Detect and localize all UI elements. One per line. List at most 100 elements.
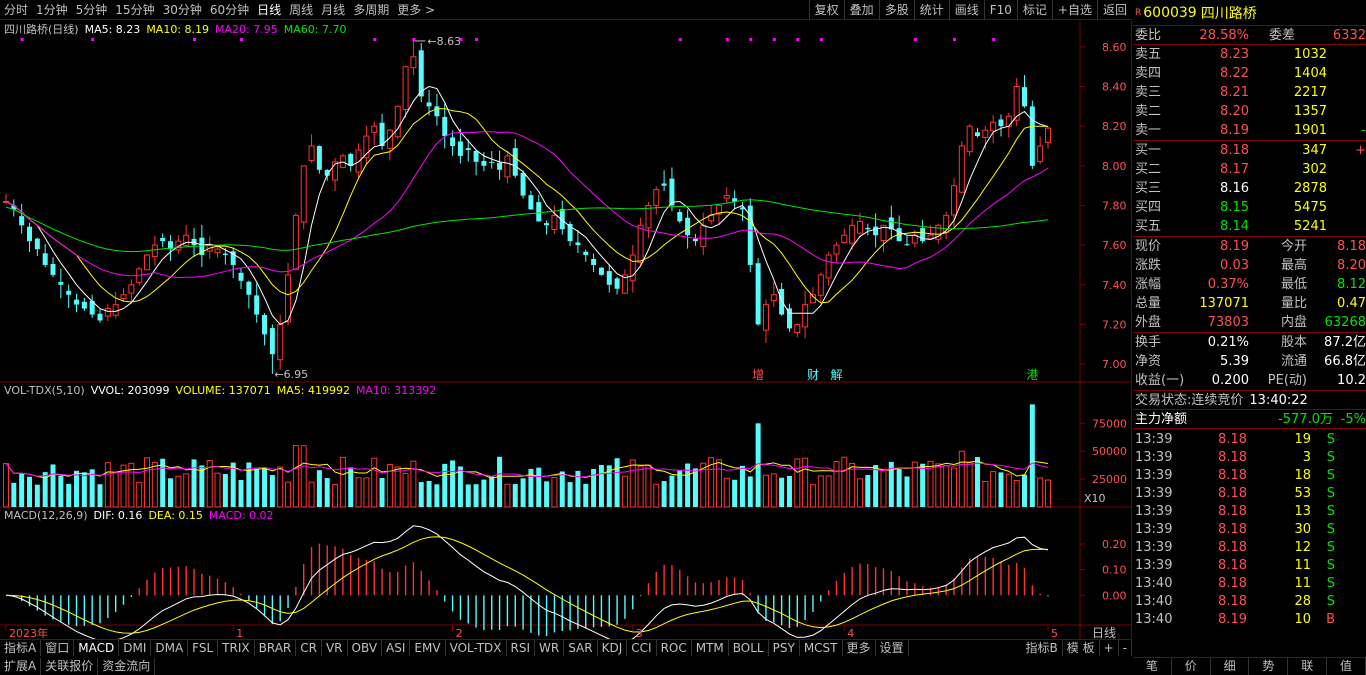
toolbar-button-6[interactable]: 标记 <box>1016 0 1052 20</box>
right-footer-tab-4[interactable]: 联 <box>1288 658 1328 675</box>
period-tab-9[interactable]: 多周期 <box>349 0 393 20</box>
period-tab-0[interactable]: 分时 <box>0 0 32 20</box>
indicator-tab-20[interactable]: MTM <box>692 640 729 656</box>
volume-bar-up <box>1005 473 1012 508</box>
price-axis-label: 7.20 <box>1102 318 1127 331</box>
period-tab-6[interactable]: 日线 <box>253 0 285 20</box>
quote-row-1: 涨跌 0.03 最高 8.20 <box>1133 256 1366 275</box>
period-tab-4[interactable]: 30分钟 <box>159 0 206 20</box>
volume-bar-down <box>434 484 440 507</box>
indicator-tab-13[interactable]: VOL-TDX <box>446 640 507 656</box>
indicator-tab-21[interactable]: BOLL <box>729 640 769 656</box>
period-tab-5[interactable]: 60分钟 <box>206 0 253 20</box>
stock-header[interactable]: R 600039 四川路桥 <box>1133 0 1366 26</box>
right-footer-tab-3[interactable]: 势 <box>1249 658 1289 675</box>
indicator-tab-24[interactable]: 更多 <box>843 640 876 656</box>
indicator-tab-22[interactable]: PSY <box>769 640 800 656</box>
tick-price: 8.18 <box>1218 468 1247 483</box>
candle-down <box>434 106 440 117</box>
vol-axis-label: 50000 <box>1092 445 1127 458</box>
indicator-tab-right-1[interactable]: 模 板 <box>1063 640 1100 656</box>
indicator-tab-15[interactable]: WR <box>535 640 565 656</box>
indicator-tab-16[interactable]: SAR <box>564 640 598 656</box>
indicator-tab-17[interactable]: KDJ <box>598 640 628 656</box>
candle-up <box>770 294 777 302</box>
indicator-tab-right-0[interactable]: 指标B <box>1022 640 1063 656</box>
candle-up <box>723 195 730 199</box>
indicator-tab-18[interactable]: CCI <box>627 640 657 656</box>
volume-bar-down <box>1021 474 1027 507</box>
volume-bar-down <box>739 465 745 507</box>
period-tab-8[interactable]: 月线 <box>317 0 349 20</box>
right-footer-tab-0[interactable]: 笔 <box>1133 658 1172 675</box>
toolbar-button-3[interactable]: 统计 <box>913 0 949 20</box>
volume-bar-down <box>1029 404 1035 507</box>
quote-value-1: 137071 <box>1199 296 1249 311</box>
tick-list[interactable]: 13:39 8.18 19 S 13:39 8.18 3 S 13:39 8.18 18 S 13:39… <box>1133 429 1366 629</box>
candle-up <box>802 304 809 328</box>
extension-tab-0[interactable]: 扩展A <box>0 657 42 675</box>
candle-down <box>457 141 463 156</box>
toolbar-button-4[interactable]: 画线 <box>948 0 984 20</box>
candle-down <box>269 328 275 355</box>
volume-bar-up <box>715 459 722 508</box>
volume-bar-down <box>11 482 17 507</box>
indicator-tab-2[interactable]: MACD <box>74 640 120 656</box>
candle-up <box>825 254 832 279</box>
extension-tab-1[interactable]: 关联报价 <box>41 657 99 675</box>
tick-side: S <box>1326 540 1335 555</box>
indicator-tab-10[interactable]: OBV <box>348 640 383 656</box>
tick-side: S <box>1326 522 1335 537</box>
indicator-tab-25[interactable]: 设置 <box>876 640 909 656</box>
main-net-row[interactable]: 主力净额 -577.0万 -5% <box>1133 410 1366 429</box>
indicator-tab-0[interactable]: 指标A <box>0 640 42 656</box>
indicator-tab-4[interactable]: DMA <box>151 640 189 656</box>
indicator-tab-14[interactable]: RSI <box>507 640 536 656</box>
volume-bar-up <box>621 475 628 508</box>
indicator-tab-9[interactable]: VR <box>322 640 348 656</box>
indicator-tab-12[interactable]: EMV <box>410 640 446 656</box>
indicator-tab-11[interactable]: ASI <box>382 640 411 656</box>
right-footer-tab-5[interactable]: 值 <box>1327 658 1366 675</box>
candle-down <box>481 160 487 166</box>
indicator-tab-6[interactable]: TRIX <box>218 640 255 656</box>
kline-chart[interactable]: 8.60 8.40 8.20 8.00 7.80 7.60 7.40 7.20 7.00 7500… <box>0 21 1131 641</box>
toolbar-button-2[interactable]: 多股 <box>878 0 914 20</box>
tick-price: 8.18 <box>1218 504 1247 519</box>
indicator-tab-8[interactable]: CR <box>296 640 322 656</box>
ma20-value: MA20: 7.95 <box>215 23 278 36</box>
extension-tab-2[interactable]: 资金流向 <box>98 657 156 675</box>
indicator-tab-23[interactable]: MCST <box>800 640 843 656</box>
chart-area[interactable]: 8.60 8.40 8.20 8.00 7.80 7.60 7.40 7.20 7.00 7500… <box>0 21 1132 641</box>
indicator-tab-right-3[interactable]: - <box>1119 640 1132 656</box>
right-footer-tab-2[interactable]: 细 <box>1211 658 1250 675</box>
period-tab-2[interactable]: 5分钟 <box>72 0 112 20</box>
right-footer-tab-1[interactable]: 价 <box>1172 658 1211 675</box>
stock-chart-app: 分时 1分钟 5分钟 15分钟 30分钟 60分钟 日线 周线 月线 多周期 更多 > 复权 叠加 多股统… <box>0 0 1366 675</box>
indicator-tabs: 指标A 窗口 MACD DMI DMA FSL TRIX BRAR CR VR OBV ASI EMV V… <box>0 639 1132 656</box>
indicator-tab-right-2[interactable]: + <box>1100 640 1119 656</box>
volume-bar-up <box>841 456 848 508</box>
sells-label: 卖四 <box>1135 66 1162 81</box>
toolbar-button-5[interactable]: F10 <box>983 0 1017 20</box>
event-label: 增 <box>752 368 764 382</box>
tick-side: S <box>1326 558 1335 573</box>
indicator-tab-1[interactable]: 窗口 <box>41 640 75 656</box>
indicator-tab-19[interactable]: ROC <box>657 640 692 656</box>
candle-down <box>779 288 785 315</box>
indicator-tab-7[interactable]: BRAR <box>255 640 297 656</box>
toolbar-button-7[interactable]: +自选 <box>1051 0 1097 20</box>
toolbar-button-0[interactable]: 复权 <box>808 0 844 20</box>
toolbar-button-8[interactable]: 返回 <box>1096 0 1132 20</box>
indicator-tab-5[interactable]: FSL <box>188 640 219 656</box>
period-tab-10[interactable]: 更多 > <box>393 0 439 20</box>
buys-row-0: 买一 8.18 347 + <box>1133 141 1366 160</box>
candle-down <box>254 295 260 315</box>
sells-price: 8.22 <box>1220 66 1249 81</box>
toolbar-button-1[interactable]: 叠加 <box>843 0 879 20</box>
indicator-tab-3[interactable]: DMI <box>119 640 152 656</box>
period-tab-7[interactable]: 周线 <box>285 0 317 20</box>
period-tab-1[interactable]: 1分钟 <box>32 0 72 20</box>
buys-volume: 347 <box>1302 143 1327 158</box>
period-tab-3[interactable]: 15分钟 <box>111 0 158 20</box>
